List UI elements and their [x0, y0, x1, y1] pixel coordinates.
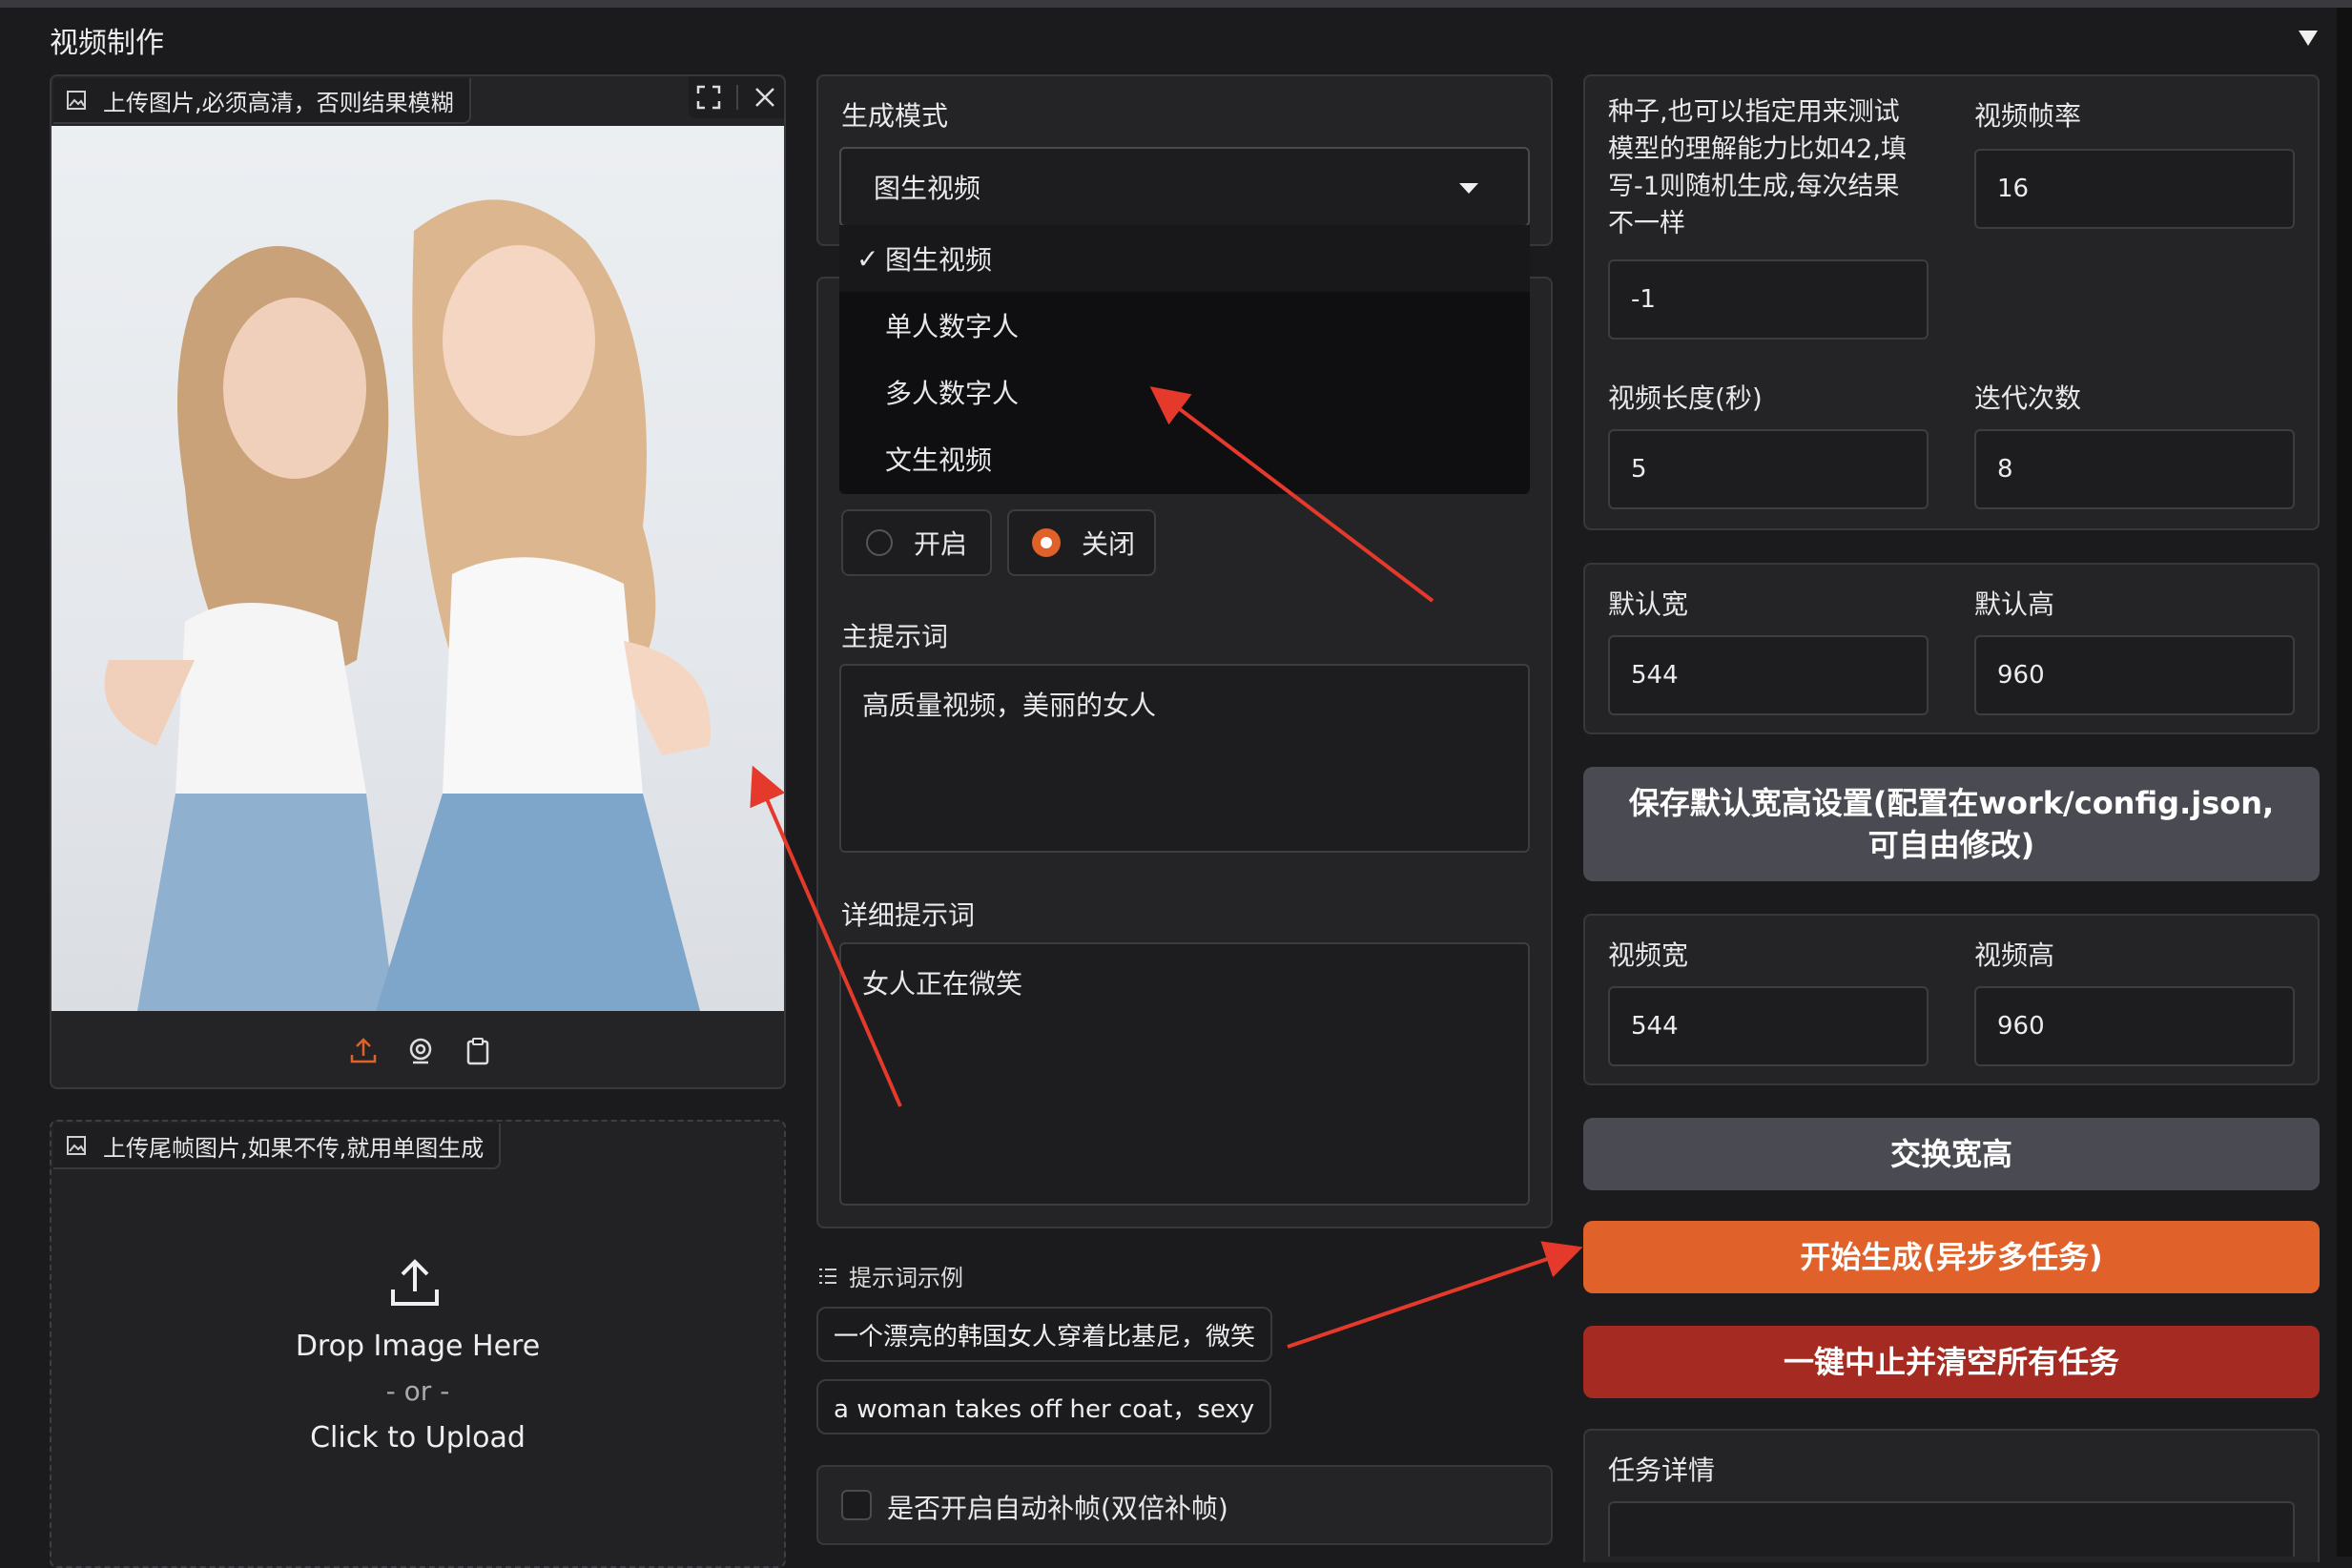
arrow-to-start	[1287, 1241, 1583, 1349]
arrow-to-dropdown	[1149, 386, 1434, 603]
arrow-to-image	[750, 765, 902, 1107]
annotation-arrows	[750, 386, 1583, 1349]
